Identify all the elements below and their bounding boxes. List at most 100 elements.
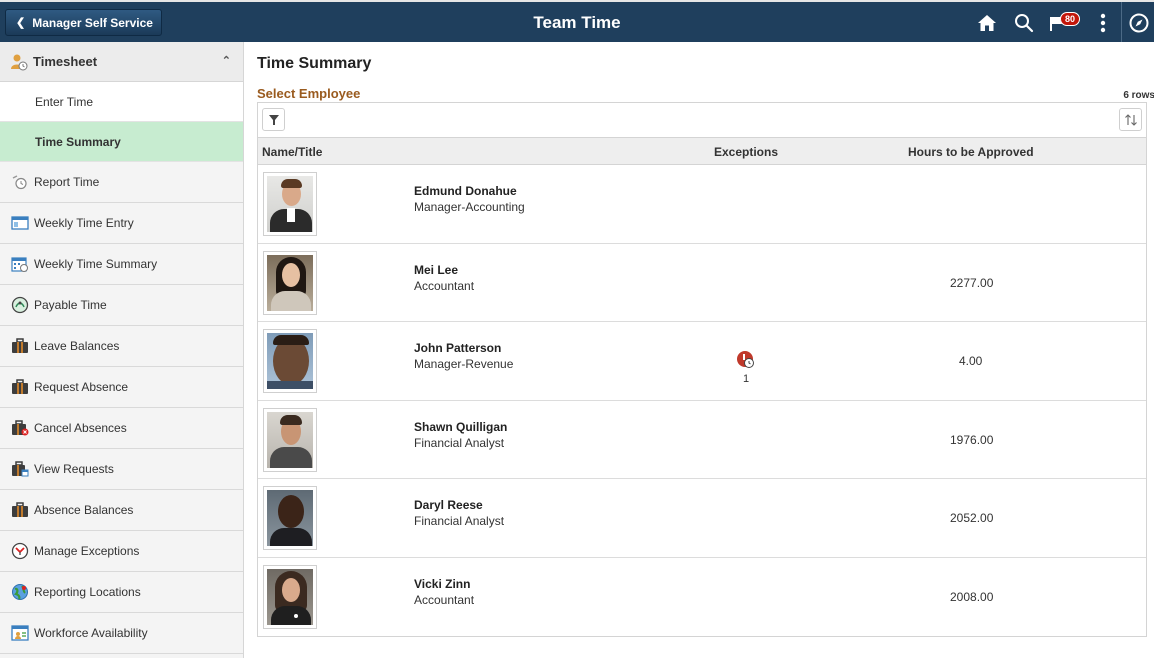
sidebar-item-view-requests[interactable]: View Requests bbox=[0, 449, 243, 490]
sidebar-item-label: Workforce Availability bbox=[34, 626, 148, 640]
sidebar: Timesheet ⌃ Enter Time Time Summary Repo… bbox=[0, 42, 244, 658]
employee-title: Financial Analyst bbox=[414, 514, 505, 528]
employee-grid: Name/Title Exceptions Hours to be Approv… bbox=[257, 102, 1147, 637]
employee-name: John Patterson bbox=[414, 341, 502, 355]
table-row[interactable]: Edmund Donahue Manager-Accounting bbox=[258, 165, 1146, 244]
employee-title: Manager-Revenue bbox=[414, 357, 514, 371]
table-row[interactable]: Daryl Reese Financial Analyst 2052.00 bbox=[258, 479, 1146, 558]
sidebar-item-manage-exceptions[interactable]: Manage Exceptions bbox=[0, 531, 243, 572]
sidebar-item-label: Absence Balances bbox=[34, 503, 134, 517]
sidebar-item-label: Manage Exceptions bbox=[34, 544, 140, 558]
briefcase-icon bbox=[11, 379, 29, 395]
table-row[interactable]: Shawn Quilligan Financial Analyst 1976.0… bbox=[258, 400, 1146, 479]
employee-title: Manager-Accounting bbox=[414, 200, 525, 214]
window-icon bbox=[11, 215, 29, 231]
employee-photo bbox=[263, 329, 317, 393]
hours-value: 2277.00 bbox=[950, 275, 994, 290]
grid-header: Name/Title Exceptions Hours to be Approv… bbox=[258, 138, 1146, 165]
employee-photo bbox=[263, 486, 317, 550]
sidebar-item-request-absence[interactable]: Request Absence bbox=[0, 367, 243, 408]
more-actions-icon[interactable] bbox=[1096, 11, 1110, 35]
sidebar-item-label: Leave Balances bbox=[34, 339, 120, 353]
employee-photo bbox=[263, 564, 317, 629]
exception-alert-icon bbox=[737, 351, 754, 368]
sidebar-item-label: Weekly Time Summary bbox=[34, 257, 158, 271]
search-icon[interactable] bbox=[1012, 11, 1036, 35]
sidebar-item-label: Reporting Locations bbox=[34, 585, 141, 599]
navbar-compass-icon[interactable] bbox=[1128, 11, 1150, 35]
sidebar-item-label: Time Summary bbox=[35, 134, 121, 149]
exception-indicator[interactable]: 1 bbox=[736, 350, 756, 385]
globe-icon bbox=[11, 584, 29, 600]
sidebar-group-timesheet[interactable]: Timesheet ⌃ bbox=[0, 42, 243, 82]
payable-icon bbox=[11, 296, 29, 314]
employee-photo bbox=[263, 407, 317, 472]
employee-title: Accountant bbox=[414, 278, 475, 293]
sidebar-item-label: Weekly Time Entry bbox=[34, 216, 134, 230]
hours-value: 4.00 bbox=[959, 354, 983, 368]
employee-name: Vicki Zinn bbox=[414, 576, 471, 591]
header-divider bbox=[1121, 2, 1122, 42]
sort-button[interactable] bbox=[1119, 108, 1142, 131]
row-count: 6 rows bbox=[1123, 90, 1154, 101]
exception-count: 1 bbox=[742, 373, 750, 385]
sidebar-item-label: Cancel Absences bbox=[34, 421, 127, 435]
page-title: Time Summary bbox=[257, 55, 372, 72]
sidebar-item-label: Request Absence bbox=[34, 380, 129, 394]
home-icon[interactable] bbox=[975, 11, 999, 35]
section-title: Select Employee bbox=[257, 86, 361, 101]
sidebar-item-weekly-time-summary[interactable]: Weekly Time Summary bbox=[0, 244, 243, 285]
sidebar-item-time-summary[interactable]: Time Summary bbox=[0, 122, 243, 162]
banner: ❮ Manager Self Service Team Time 80 bbox=[0, 0, 1154, 42]
sidebar-item-payable-time[interactable]: Payable Time bbox=[0, 285, 243, 326]
sidebar-item-label: Payable Time bbox=[34, 298, 107, 312]
table-row[interactable]: Vicki Zinn Accountant 2008.00 bbox=[258, 557, 1146, 636]
briefcase-icon bbox=[11, 502, 29, 518]
employee-name: Mei Lee bbox=[414, 262, 459, 277]
sidebar-item-reporting-locations[interactable]: Reporting Locations bbox=[0, 572, 243, 613]
column-header-exceptions[interactable]: Exceptions bbox=[714, 145, 778, 159]
sidebar-item-workforce-availability[interactable]: Workforce Availability bbox=[0, 613, 243, 654]
column-header-name[interactable]: Name/Title bbox=[262, 145, 322, 159]
employee-name: Edmund Donahue bbox=[414, 184, 517, 198]
employee-title: Accountant bbox=[414, 592, 475, 607]
sidebar-item-cancel-absences[interactable]: Cancel Absences bbox=[0, 408, 243, 449]
employee-photo bbox=[263, 250, 317, 315]
chevron-up-icon: ⌃ bbox=[221, 55, 231, 67]
grid-toolbar bbox=[258, 103, 1146, 138]
chevron-left-icon: ❮ bbox=[16, 17, 26, 29]
sidebar-item-enter-time[interactable]: Enter Time bbox=[0, 82, 243, 122]
sidebar-item-leave-balances[interactable]: Leave Balances bbox=[0, 326, 243, 367]
hours-value: 1976.00 bbox=[950, 432, 994, 447]
sidebar-item-label: Report Time bbox=[34, 175, 100, 189]
exceptions-icon bbox=[11, 542, 29, 560]
back-button[interactable]: ❮ Manager Self Service bbox=[5, 9, 162, 36]
notifications-icon[interactable]: 80 bbox=[1048, 11, 1088, 35]
briefcase-cancel-icon bbox=[11, 420, 29, 436]
notification-badge: 80 bbox=[1060, 12, 1081, 26]
sidebar-group-label: Timesheet bbox=[33, 54, 98, 69]
employee-name: Daryl Reese bbox=[414, 498, 483, 512]
column-header-hours[interactable]: Hours to be Approved bbox=[908, 145, 1034, 159]
sidebar-item-label: View Requests bbox=[34, 462, 114, 476]
hours-value: 2052.00 bbox=[950, 511, 994, 525]
availability-icon bbox=[11, 625, 29, 641]
calendar-icon bbox=[11, 256, 29, 272]
filter-icon bbox=[268, 114, 279, 125]
filter-button[interactable] bbox=[262, 108, 285, 131]
sort-icon bbox=[1124, 113, 1137, 126]
sidebar-item-absence-balances[interactable]: Absence Balances bbox=[0, 490, 243, 531]
briefcase-calendar-icon bbox=[11, 461, 29, 477]
employee-title: Financial Analyst bbox=[414, 435, 505, 450]
employee-photo bbox=[263, 172, 317, 236]
back-button-label: Manager Self Service bbox=[32, 15, 153, 30]
employee-name: Shawn Quilligan bbox=[414, 419, 508, 434]
timesheet-icon bbox=[10, 54, 28, 70]
table-row[interactable]: John Patterson Manager-Revenue 1 4.00 bbox=[258, 322, 1146, 401]
sidebar-item-weekly-time-entry[interactable]: Weekly Time Entry bbox=[0, 203, 243, 244]
table-row[interactable]: Mei Lee Accountant 2277.00 bbox=[258, 243, 1146, 322]
hours-value: 2008.00 bbox=[950, 589, 994, 604]
briefcase-icon bbox=[11, 338, 29, 354]
sidebar-item-label: Enter Time bbox=[35, 94, 94, 109]
sidebar-item-report-time[interactable]: Report Time bbox=[0, 162, 243, 203]
